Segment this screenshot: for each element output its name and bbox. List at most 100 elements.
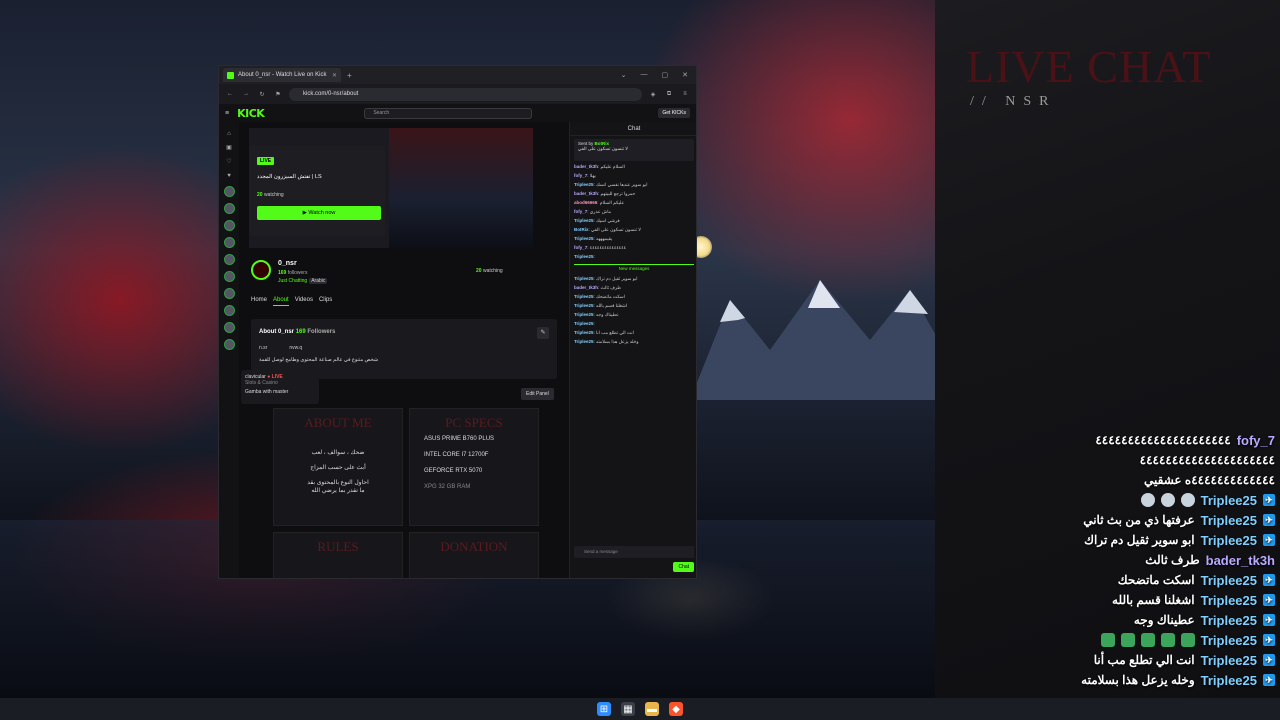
followers-label: followers (287, 270, 308, 276)
chat-text: وخله يزعل هذا بسلامته (596, 339, 639, 344)
chat-username[interactable]: Triplee25 (574, 294, 594, 299)
overlay-title: LIVE CHAT (966, 41, 1212, 92)
language-tag[interactable]: Arabic (309, 278, 328, 284)
browser-tab[interactable]: About 0_nsr - Watch Live on Kick ✕ (223, 68, 341, 82)
chat-username[interactable]: Triplee25 (574, 218, 594, 223)
search-input[interactable]: Search (364, 107, 533, 119)
avatar[interactable] (223, 322, 235, 333)
avatar[interactable] (223, 186, 235, 197)
chat-username[interactable]: bader_tk3h (574, 285, 598, 290)
tab-clips[interactable]: Clips (319, 297, 332, 306)
chat-username[interactable]: fofy_7 (574, 245, 587, 250)
chat-username[interactable]: abod66666 (574, 200, 597, 205)
chat-text: حمروا ترجع للبيتهم (600, 191, 636, 196)
chat-username[interactable]: Triplee25 (574, 339, 594, 344)
chat-username[interactable]: Triplee25 (574, 276, 594, 281)
chat-username[interactable]: fofy_7 (574, 209, 587, 214)
hamburger-icon[interactable]: ≡ (225, 110, 229, 117)
overlay-username: Triplee25 (1200, 612, 1257, 628)
pinned-message[interactable]: Sent by BotRix لا تنسون تسكون على الفي (574, 139, 694, 161)
tab-videos[interactable]: Videos (295, 297, 313, 306)
overlay-username: Triplee25 (1200, 532, 1257, 548)
avatar[interactable] (223, 288, 235, 299)
chat-username[interactable]: Triplee25 (574, 312, 594, 317)
close-tab-icon[interactable]: ✕ (332, 72, 337, 79)
browse-icon[interactable]: ▣ (225, 144, 233, 152)
close-window-button[interactable]: ✕ (682, 71, 688, 79)
panel-heading: DONATION (440, 539, 508, 554)
reload-icon[interactable]: ↻ (257, 91, 267, 98)
category-link[interactable]: Just Chatting (278, 278, 307, 284)
chat-input[interactable]: Send a message (574, 546, 694, 558)
chat-message: Triplee25: (574, 254, 595, 259)
chat-message: Triplee25: اسكت ماتضحك (574, 294, 625, 299)
chat-username[interactable]: fofy_7 (574, 173, 587, 178)
overlay-subtitle: // NSR (970, 94, 1057, 109)
chat-message: fofy_7: ماش عذري (574, 209, 612, 214)
overlay-chat: ٤٤٤٤٤٤٤٤٤٤٤٤٤٤٤٤٤٤٤٤٤ fofy_7 ٤٤٤٤٤٤٤٤٤٤٤٤… (1040, 430, 1275, 690)
chat-username[interactable]: BotRix (574, 227, 589, 232)
channel-avatar[interactable] (251, 260, 271, 280)
channel-name[interactable]: 0_nsr (278, 260, 297, 267)
kick-logo[interactable]: KICK (237, 107, 265, 120)
send-chat-button[interactable]: Chat (673, 562, 694, 572)
watch-now-button[interactable]: ▶ Watch now (257, 206, 381, 220)
overlay-message: ٤٤٤٤٤٤٤٤٤٤٤٤٤٤٤٤٤٤٤٤٤ (1040, 450, 1275, 470)
chat-username[interactable]: Triplee25 (574, 303, 594, 308)
stream-thumbnail (389, 128, 533, 248)
back-icon[interactable]: ← (225, 91, 235, 97)
badge-icon: ✈ (1263, 614, 1275, 626)
chat-username[interactable]: bader_tk3h (574, 191, 598, 196)
chat-text: اسكت ماتضحك (596, 294, 625, 299)
overlay-message-text: ٤٤٤٤٤٤٤٤٤٤٤٤٤ه عشقيي (1144, 473, 1275, 487)
windows-icon[interactable]: ⊞ (597, 702, 611, 716)
chat-text: اشغلنا قسم بالله (596, 303, 627, 308)
video-player[interactable]: LIVE تفتش السيزرون المجدد | LS 20 watchi… (249, 128, 533, 248)
home-icon[interactable]: ⌂ (225, 130, 233, 138)
avatar[interactable] (223, 271, 235, 282)
extensions-icon[interactable]: ⧉ (664, 91, 674, 98)
new-tab-button[interactable]: + (347, 71, 352, 80)
forward-icon[interactable]: → (241, 91, 251, 97)
avatar[interactable] (223, 305, 235, 316)
discord-link[interactable]: n.sr (259, 345, 267, 351)
minimize-button[interactable]: — (641, 71, 648, 79)
chat-username[interactable]: Triplee25 (574, 330, 594, 335)
menu-icon[interactable]: ≡ (680, 91, 690, 97)
overlay-message-text: ٤٤٤٤٤٤٤٤٤٤٤٤٤٤٤٤٤٤٤٤٤ (1095, 433, 1231, 447)
folder-icon[interactable]: ▬ (645, 702, 659, 716)
chevron-down-icon[interactable]: ⌄ (621, 71, 627, 79)
tab-about[interactable]: About (273, 297, 289, 306)
chat-username[interactable]: Triplee25 (574, 236, 594, 241)
overlay-message: Triplee25 ✈ (1040, 630, 1275, 650)
spec-line: XPG 32 GB RAM (424, 484, 471, 490)
store-icon[interactable]: ▦ (621, 702, 635, 716)
emote-icon (1140, 493, 1155, 507)
chat-username[interactable]: Triplee25 (574, 182, 594, 187)
new-messages-divider[interactable]: New messages (574, 264, 694, 272)
about-description: شخص متنوع في عالم صناعة المحتوى وطامح لو… (259, 357, 379, 363)
chat-username[interactable]: Triplee25 (574, 321, 594, 326)
maximize-button[interactable]: ▢ (662, 71, 669, 79)
brave-shield-icon[interactable]: ◈ (648, 91, 658, 98)
chat-username[interactable]: bader_tk3h (574, 164, 598, 169)
bookmark-icon[interactable]: ⚑ (273, 91, 283, 98)
get-kicks-button[interactable]: Get KICKs (658, 108, 690, 118)
avatar[interactable] (223, 220, 235, 231)
info-panels: ABOUT ME ضحك ، سوالف ، لعب أبث على حسب ا… (273, 408, 553, 578)
avatar[interactable] (223, 237, 235, 248)
url-field[interactable]: kick.com/0-nsr/about (289, 87, 642, 101)
avatar[interactable] (223, 339, 235, 350)
brave-icon[interactable]: ◆ (669, 702, 683, 716)
edit-icon[interactable]: ✎ (537, 327, 549, 339)
following-icon[interactable]: ♡ (225, 158, 233, 166)
avatar[interactable] (223, 203, 235, 214)
tab-home[interactable]: Home (251, 297, 267, 306)
chat-username[interactable]: Triplee25 (574, 254, 594, 259)
overlay-username: Triplee25 (1200, 512, 1257, 528)
heart-icon[interactable]: ♥ (225, 172, 233, 180)
edit-panel-button[interactable]: Edit Panel (521, 388, 554, 400)
avatar[interactable] (223, 254, 235, 265)
tiktok-link[interactable]: nvw.q (289, 345, 302, 351)
chat-text: يقيمهههه (596, 236, 613, 241)
